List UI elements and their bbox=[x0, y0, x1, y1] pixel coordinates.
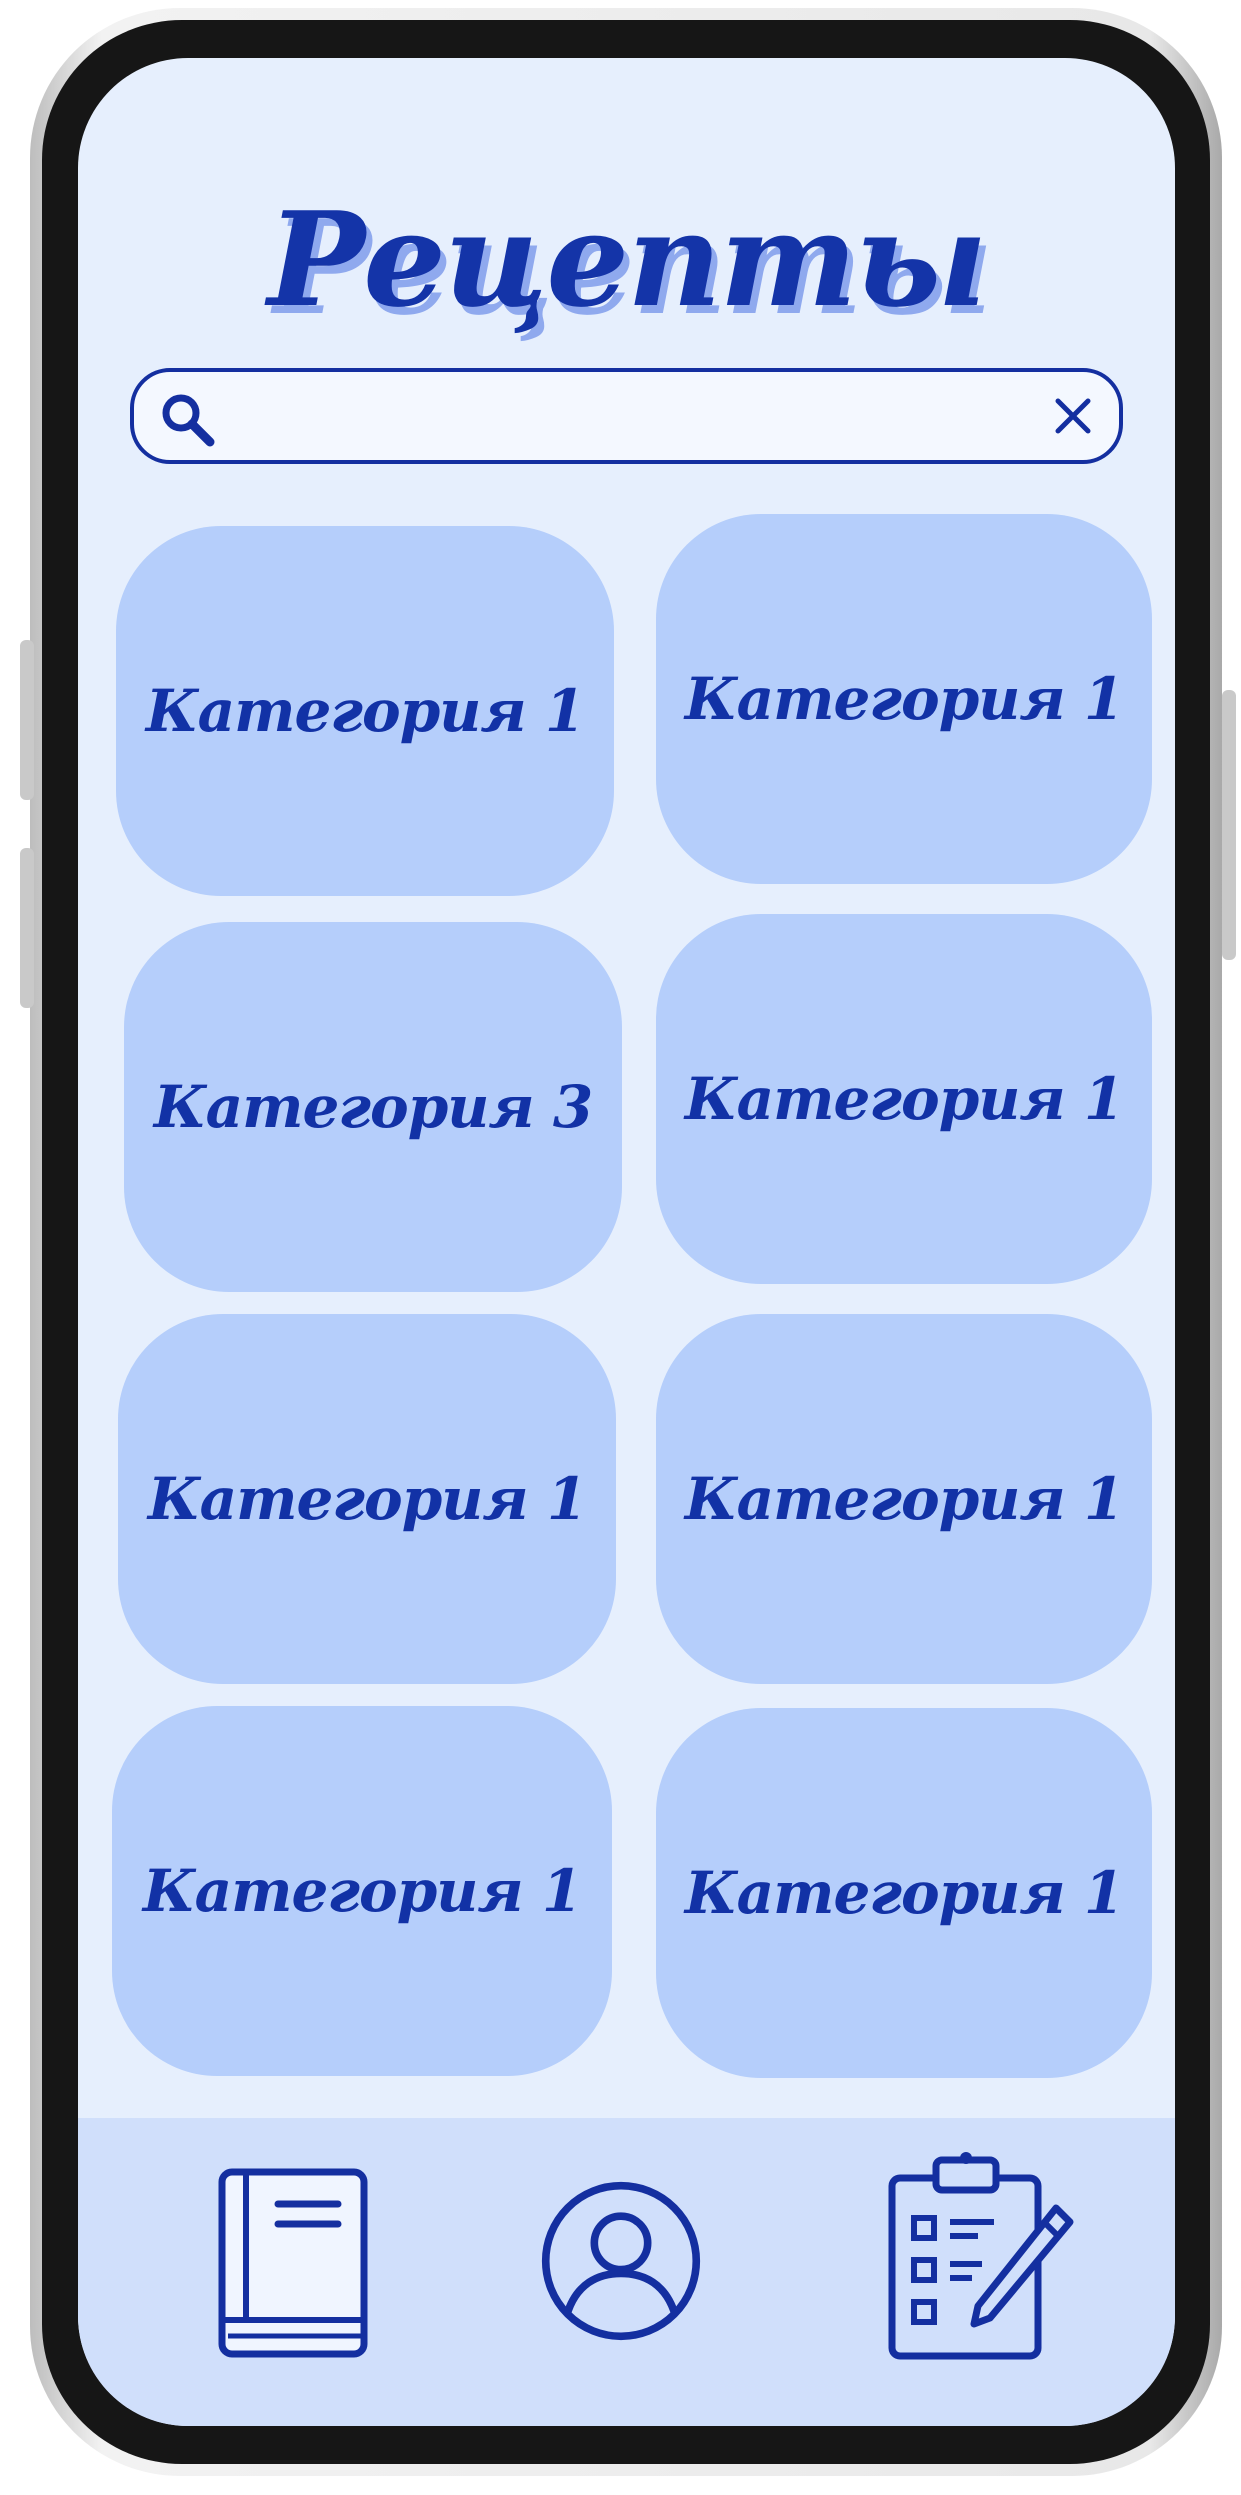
category-label: Категория 1 bbox=[684, 665, 1124, 733]
page-title: Рецепты bbox=[267, 183, 988, 336]
category-card[interactable]: Категория 1 bbox=[116, 526, 614, 896]
category-label: Категория 1 bbox=[684, 1065, 1124, 1133]
category-label: Категория 1 bbox=[684, 1465, 1124, 1533]
volume-down-button bbox=[20, 848, 34, 1008]
category-label: Категория 1 bbox=[684, 1859, 1124, 1927]
category-card[interactable]: Категория 3 bbox=[124, 922, 622, 1292]
search-icon bbox=[162, 394, 215, 447]
category-card[interactable]: Категория 1 bbox=[656, 1708, 1152, 2078]
category-card[interactable]: Категория 1 bbox=[656, 1314, 1152, 1684]
volume-up-button bbox=[20, 640, 34, 800]
category-card[interactable]: Категория 1 bbox=[656, 914, 1152, 1284]
bottom-nav bbox=[78, 2118, 1175, 2426]
search-bar[interactable] bbox=[130, 368, 1123, 464]
category-card[interactable]: Категория 1 bbox=[118, 1314, 616, 1684]
profile-icon[interactable] bbox=[540, 2180, 702, 2342]
category-card[interactable]: Категория 1 bbox=[112, 1706, 612, 2076]
category-label: Категория 3 bbox=[153, 1073, 593, 1141]
clipboard-checklist-icon[interactable] bbox=[886, 2152, 1076, 2362]
app-screen: Рецепты Категория 1 Категория 1 Категори… bbox=[78, 58, 1175, 2426]
category-card[interactable]: Категория 1 bbox=[656, 514, 1152, 884]
search-input[interactable] bbox=[234, 384, 1018, 450]
power-button bbox=[1222, 690, 1236, 960]
clear-search-icon[interactable] bbox=[1053, 396, 1093, 436]
category-label: Категория 1 bbox=[145, 677, 585, 745]
book-icon[interactable] bbox=[218, 2168, 368, 2358]
category-label: Категория 1 bbox=[142, 1857, 582, 1925]
category-label: Категория 1 bbox=[147, 1465, 587, 1533]
